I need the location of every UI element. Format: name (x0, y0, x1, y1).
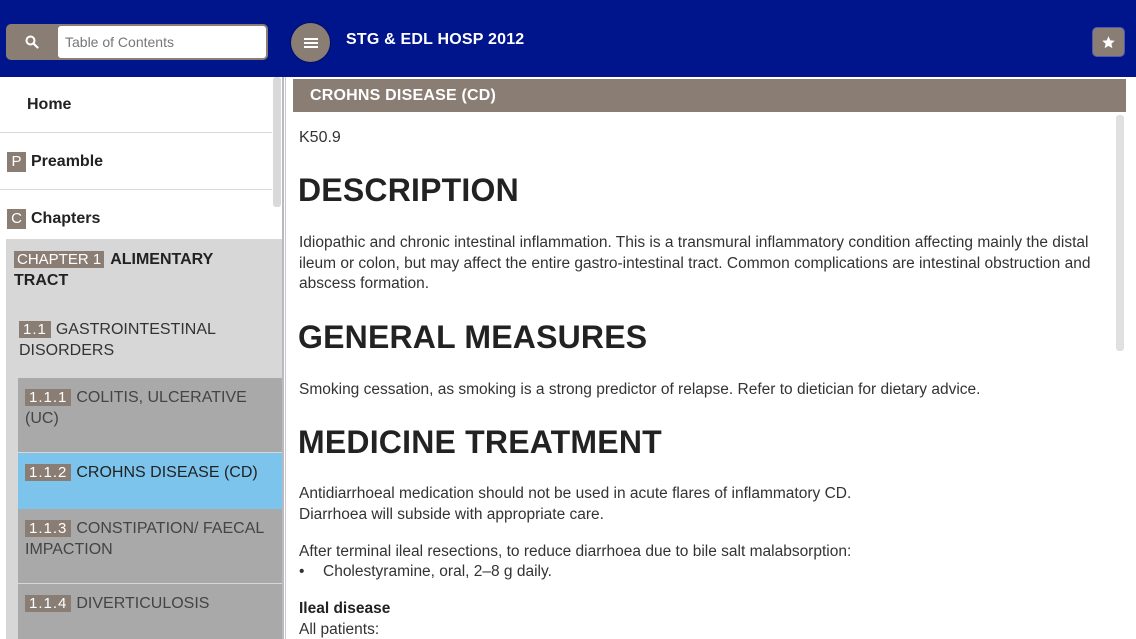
star-icon (1102, 35, 1115, 48)
subsection-item[interactable]: 1.1.4 DIVERTICULOSIS (18, 584, 282, 639)
section-badge: 1.1 (19, 321, 51, 338)
app-title: STG & EDL HOSP 2012 (346, 31, 525, 48)
subsection-name: CROHNS DISEASE (CD) (76, 464, 258, 481)
sidebar-item-label: Chapters (31, 210, 101, 227)
medicine-line: Diarrhoea will subside with appropriate … (299, 505, 604, 523)
subsection-badge: 1.1.4 (25, 595, 72, 612)
description-text: Idiopathic and chronic intestinal inflam… (299, 234, 1091, 292)
general-measures-text: Smoking cessation, as smoking is a stron… (299, 381, 981, 398)
sidebar-scrollbar[interactable] (273, 77, 281, 207)
top-bar: STG & EDL HOSP 2012 (0, 0, 1136, 77)
subsection-item[interactable]: 1.1.3 CONSTIPATION/ FAECAL IMPACTION (18, 509, 282, 583)
search-box (6, 24, 268, 60)
chapters-badge: C (7, 209, 26, 229)
menu-button[interactable] (291, 23, 330, 62)
sidebar: Home P Preamble C Chapters CHAPTER 1 ALIM… (0, 77, 284, 639)
preamble-badge: P (7, 151, 26, 172)
subsection-item-selected[interactable]: 1.1.2 CROHNS DISEASE (CD) (18, 453, 282, 509)
general-measures-heading: GENERAL MEASURES (298, 319, 648, 355)
sidebar-item-label: Home (27, 95, 72, 113)
resection-paragraph: After terminal ileal resections, to redu… (299, 543, 852, 560)
section-item[interactable]: 1.1 GASTROINTESTINAL DISORDERS (19, 319, 269, 361)
sidebar-item-label: Preamble (31, 152, 104, 170)
sidebar-item-home[interactable]: Home (0, 77, 272, 133)
search-icon (25, 35, 39, 49)
medicine-treatment-heading: MEDICINE TREATMENT (298, 424, 662, 460)
medicine-paragraph: Antidiarrhoeal medication should not be … (299, 484, 1119, 525)
subsection-item[interactable]: 1.1.1 COLITIS, ULCERATIVE (UC) (18, 378, 282, 452)
sidebar-item-preamble[interactable]: P Preamble (0, 134, 272, 190)
content-pane: CROHNS DISEASE (CD) K50.9 DESCRIPTION Id… (284, 77, 1136, 639)
chapter-group: CHAPTER 1 ALIMENTARY TRACT 1.1 GASTROINTES… (6, 239, 282, 639)
chapter-item[interactable]: CHAPTER 1 ALIMENTARY TRACT (14, 249, 264, 291)
icd-code: K50.9 (299, 129, 341, 146)
search-input[interactable] (58, 26, 266, 58)
section-title-bar: CROHNS DISEASE (CD) (293, 79, 1126, 112)
description-heading: DESCRIPTION (298, 172, 519, 208)
subsection-badge: 1.1.2 (25, 464, 72, 481)
subsection-name: DIVERTICULOSIS (76, 595, 210, 612)
subsection-badge: 1.1.1 (25, 389, 72, 406)
bullet-icon: • (299, 563, 305, 580)
ileal-disease-heading: Ileal disease (299, 600, 391, 617)
search-button[interactable] (6, 24, 58, 60)
subsection-badge: 1.1.3 (25, 520, 72, 537)
menu-icon (303, 37, 318, 48)
divider (285, 77, 286, 639)
medicine-line: Antidiarrhoeal medication should not be … (299, 485, 852, 502)
all-patients-text: All patients: (299, 621, 380, 638)
favorite-button[interactable] (1093, 28, 1124, 56)
chapter-badge: CHAPTER 1 (14, 251, 105, 268)
bullet-item: Cholestyramine, oral, 2–8 g daily. (323, 563, 552, 580)
